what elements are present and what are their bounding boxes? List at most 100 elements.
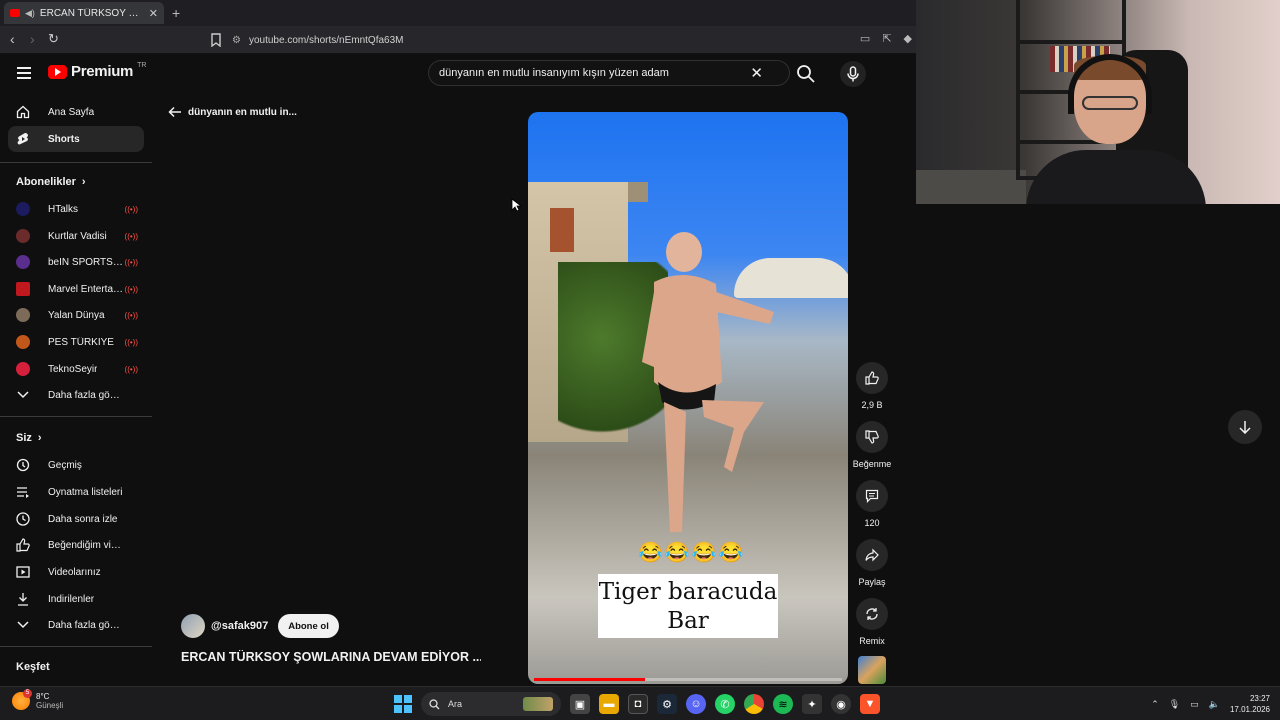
- sidebar-item-kurtlar-vadisi[interactable]: Kurtlar Vadisi ((•)): [8, 223, 144, 249]
- right-pane: [916, 204, 1280, 686]
- sidebar-item-label: beIN SPORTS TÜ...: [48, 256, 124, 268]
- remix-action[interactable]: Remix: [852, 598, 892, 646]
- sidebar-item-downloads[interactable]: İndirilenler: [8, 586, 144, 612]
- cast-icon[interactable]: ▭: [860, 32, 870, 45]
- menu-icon[interactable]: [17, 67, 31, 79]
- sidebar-item-label: Videolarınız: [48, 566, 101, 578]
- weather-widget[interactable]: 5 8°C Güneşli: [12, 689, 63, 710]
- share-action[interactable]: Paylaş: [852, 539, 892, 587]
- sidebar-item-yalan-dunya[interactable]: Yalan Dünya ((•)): [8, 302, 144, 328]
- youtube-header: Premium TR dünyanın en mutlu insanıyım k…: [0, 54, 916, 94]
- sidebar-item-marvel[interactable]: Marvel Entertain... ((•)): [8, 276, 144, 302]
- video-person: [642, 232, 774, 532]
- taskbar-search-label: Ara: [448, 699, 463, 709]
- voice-search-button[interactable]: [840, 61, 866, 87]
- reload-icon[interactable]: ↻: [48, 31, 59, 47]
- file-explorer-icon[interactable]: ▬: [599, 694, 619, 714]
- obs-icon[interactable]: ◉: [831, 694, 851, 714]
- windows-start-icon[interactable]: [394, 695, 412, 713]
- like-action[interactable]: 2,9 B: [852, 362, 892, 410]
- search-icon: [429, 698, 440, 709]
- extension-icon[interactable]: ◆: [904, 32, 912, 45]
- chevron-right-icon: ›: [81, 176, 86, 188]
- chevron-down-icon: [16, 388, 30, 402]
- channel-avatar: [16, 362, 30, 376]
- bookmark-icon[interactable]: [210, 33, 222, 47]
- dislike-action[interactable]: Beğenme: [852, 421, 892, 469]
- comments-action[interactable]: 120: [852, 480, 892, 528]
- youtube-favicon-icon: [10, 9, 20, 17]
- sidebar-item-playlists[interactable]: Oynatma listeleri: [8, 479, 144, 505]
- sidebar-item-label: Daha fazla göster: [48, 619, 124, 631]
- search-icon[interactable]: [796, 64, 816, 84]
- network-icon[interactable]: ▭: [1190, 699, 1199, 710]
- you-show-more[interactable]: Daha fazla göster: [8, 612, 144, 638]
- back-arrow-icon[interactable]: ‹: [10, 31, 15, 47]
- share-button[interactable]: [856, 539, 888, 571]
- chrome-icon[interactable]: [744, 694, 764, 714]
- comments-button[interactable]: [856, 480, 888, 512]
- search-input[interactable]: dünyanın en mutlu insanıyım kışın yüzen …: [428, 60, 790, 86]
- shorts-video-player[interactable]: 😂😂😂😂 Tiger baracuda Bar: [528, 112, 848, 684]
- channel-avatar: [16, 202, 30, 216]
- video-title[interactable]: ERCAN TÜRKSOY ŞOWLARINA DEVAM EDİYOR ...: [181, 650, 481, 664]
- youtube-play-icon: [48, 64, 67, 79]
- sidebar-item-bein-sports[interactable]: beIN SPORTS TÜ... ((•)): [8, 249, 144, 275]
- chevron-up-icon[interactable]: ⌃: [1151, 699, 1159, 710]
- channel-name[interactable]: @safak907: [211, 620, 268, 632]
- store-icon[interactable]: ◘: [628, 694, 648, 714]
- new-tab-icon[interactable]: +: [172, 5, 180, 21]
- thumbs-up-icon: [16, 538, 30, 552]
- sidebar-item-your-videos[interactable]: Videolarınız: [8, 559, 144, 585]
- sidebar-item-teknoseyir[interactable]: TeknoSeyir ((•)): [8, 356, 144, 382]
- sidebar-item-watch-later[interactable]: Daha sonra izle: [8, 506, 144, 532]
- taskbar-search[interactable]: Ara: [421, 692, 561, 716]
- site-settings-icon[interactable]: ⚙: [232, 35, 241, 46]
- like-button[interactable]: [856, 362, 888, 394]
- close-tab-icon[interactable]: ✕: [149, 7, 158, 20]
- discord-icon[interactable]: ☺: [686, 694, 706, 714]
- sidebar-item-label: İndirilenler: [48, 593, 95, 605]
- sidebar-item-htalks[interactable]: HTalks ((•)): [8, 196, 144, 222]
- dislike-button[interactable]: [856, 421, 888, 453]
- subscribe-button[interactable]: Abone ol: [278, 614, 339, 638]
- dislike-label: Beğenme: [852, 459, 892, 469]
- youtube-logo[interactable]: Premium TR: [48, 62, 146, 80]
- live-icon: ((•)): [124, 231, 138, 241]
- sidebar-item-pes-turkiye[interactable]: PES TÜRKİYE ((•)): [8, 329, 144, 355]
- sidebar-item-home[interactable]: Ana Sayfa: [8, 99, 144, 125]
- whatsapp-icon[interactable]: ✆: [715, 694, 735, 714]
- clear-search-icon[interactable]: ✕: [750, 64, 763, 82]
- brave-icon[interactable]: ▼: [860, 694, 880, 714]
- speaker-icon[interactable]: ◀): [25, 8, 35, 19]
- sidebar-item-history[interactable]: Geçmiş: [8, 452, 144, 478]
- sidebar-item-shorts[interactable]: Shorts: [8, 126, 144, 152]
- task-view-icon[interactable]: ▣: [570, 694, 590, 714]
- remix-button[interactable]: [856, 598, 888, 630]
- sidebar-item-liked-videos[interactable]: Beğendiğim videolar: [8, 532, 144, 558]
- spotify-icon[interactable]: ≋: [773, 694, 793, 714]
- channel-avatar[interactable]: [181, 614, 205, 638]
- sound-thumbnail[interactable]: [858, 656, 886, 684]
- chevron-down-icon: [16, 618, 30, 632]
- back-to-search-link[interactable]: dünyanın en mutlu in...: [168, 106, 297, 118]
- clock[interactable]: 23:27 17.01.2026: [1230, 693, 1270, 715]
- video-progress-bar[interactable]: [534, 678, 842, 681]
- share-page-icon[interactable]: ⇱: [882, 32, 891, 45]
- subscriptions-heading[interactable]: Abonelikler ›: [16, 176, 86, 188]
- you-heading[interactable]: Siz ›: [16, 432, 42, 444]
- browser-tab[interactable]: ◀) ERCAN TÜRKSOY ŞOWLARINA ✕: [4, 2, 164, 24]
- address-bar[interactable]: ⚙ youtube.com/shorts/nEmntQfa63M: [232, 30, 912, 50]
- app-icon[interactable]: ✦: [802, 694, 822, 714]
- sidebar-item-label: Daha fazla göster: [48, 389, 124, 401]
- search-query: dünyanın en mutlu insanıyım kışın yüzen …: [439, 67, 669, 79]
- comment-count: 120: [864, 518, 880, 528]
- microphone-tray-icon[interactable]: 🎙: [1169, 699, 1180, 710]
- next-video-button[interactable]: [1228, 410, 1262, 444]
- mouse-cursor-icon: [511, 198, 521, 212]
- steam-icon[interactable]: ⚙: [657, 694, 677, 714]
- channel-avatar: [16, 255, 30, 269]
- forward-arrow-icon[interactable]: ›: [30, 31, 35, 47]
- volume-icon[interactable]: 🔈: [1209, 699, 1220, 710]
- subscriptions-show-more[interactable]: Daha fazla göster: [8, 382, 144, 408]
